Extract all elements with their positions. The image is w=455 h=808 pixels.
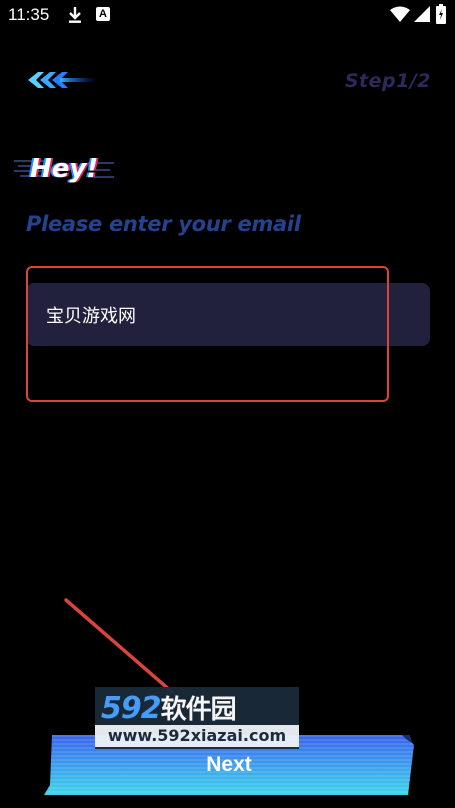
greeting-title: Hey!: [30, 154, 99, 184]
step-indicator: Step1/2: [344, 70, 431, 92]
annotation-highlight-box: [26, 266, 389, 402]
wifi-icon: [390, 6, 410, 22]
battery-icon: [436, 4, 446, 24]
next-button-label: Next: [206, 753, 252, 776]
email-prompt: Please enter your email: [26, 212, 301, 236]
status-time: 11:35: [8, 5, 50, 24]
watermark-brand: 592软件园: [101, 689, 237, 726]
download-icon: [69, 7, 81, 23]
signal-icon: [414, 6, 430, 22]
speed-arrows-logo-icon: [28, 72, 96, 88]
watermark-cn: 软件园: [160, 695, 237, 725]
watermark: 592软件园 www.592xiazai.com: [95, 687, 299, 749]
watermark-url: www.592xiazai.com: [95, 725, 299, 747]
a-badge-icon: A: [96, 7, 110, 21]
status-bar: 11:35 A: [0, 0, 455, 32]
greeting: Hey!: [14, 150, 114, 190]
watermark-number: 592: [101, 691, 162, 726]
